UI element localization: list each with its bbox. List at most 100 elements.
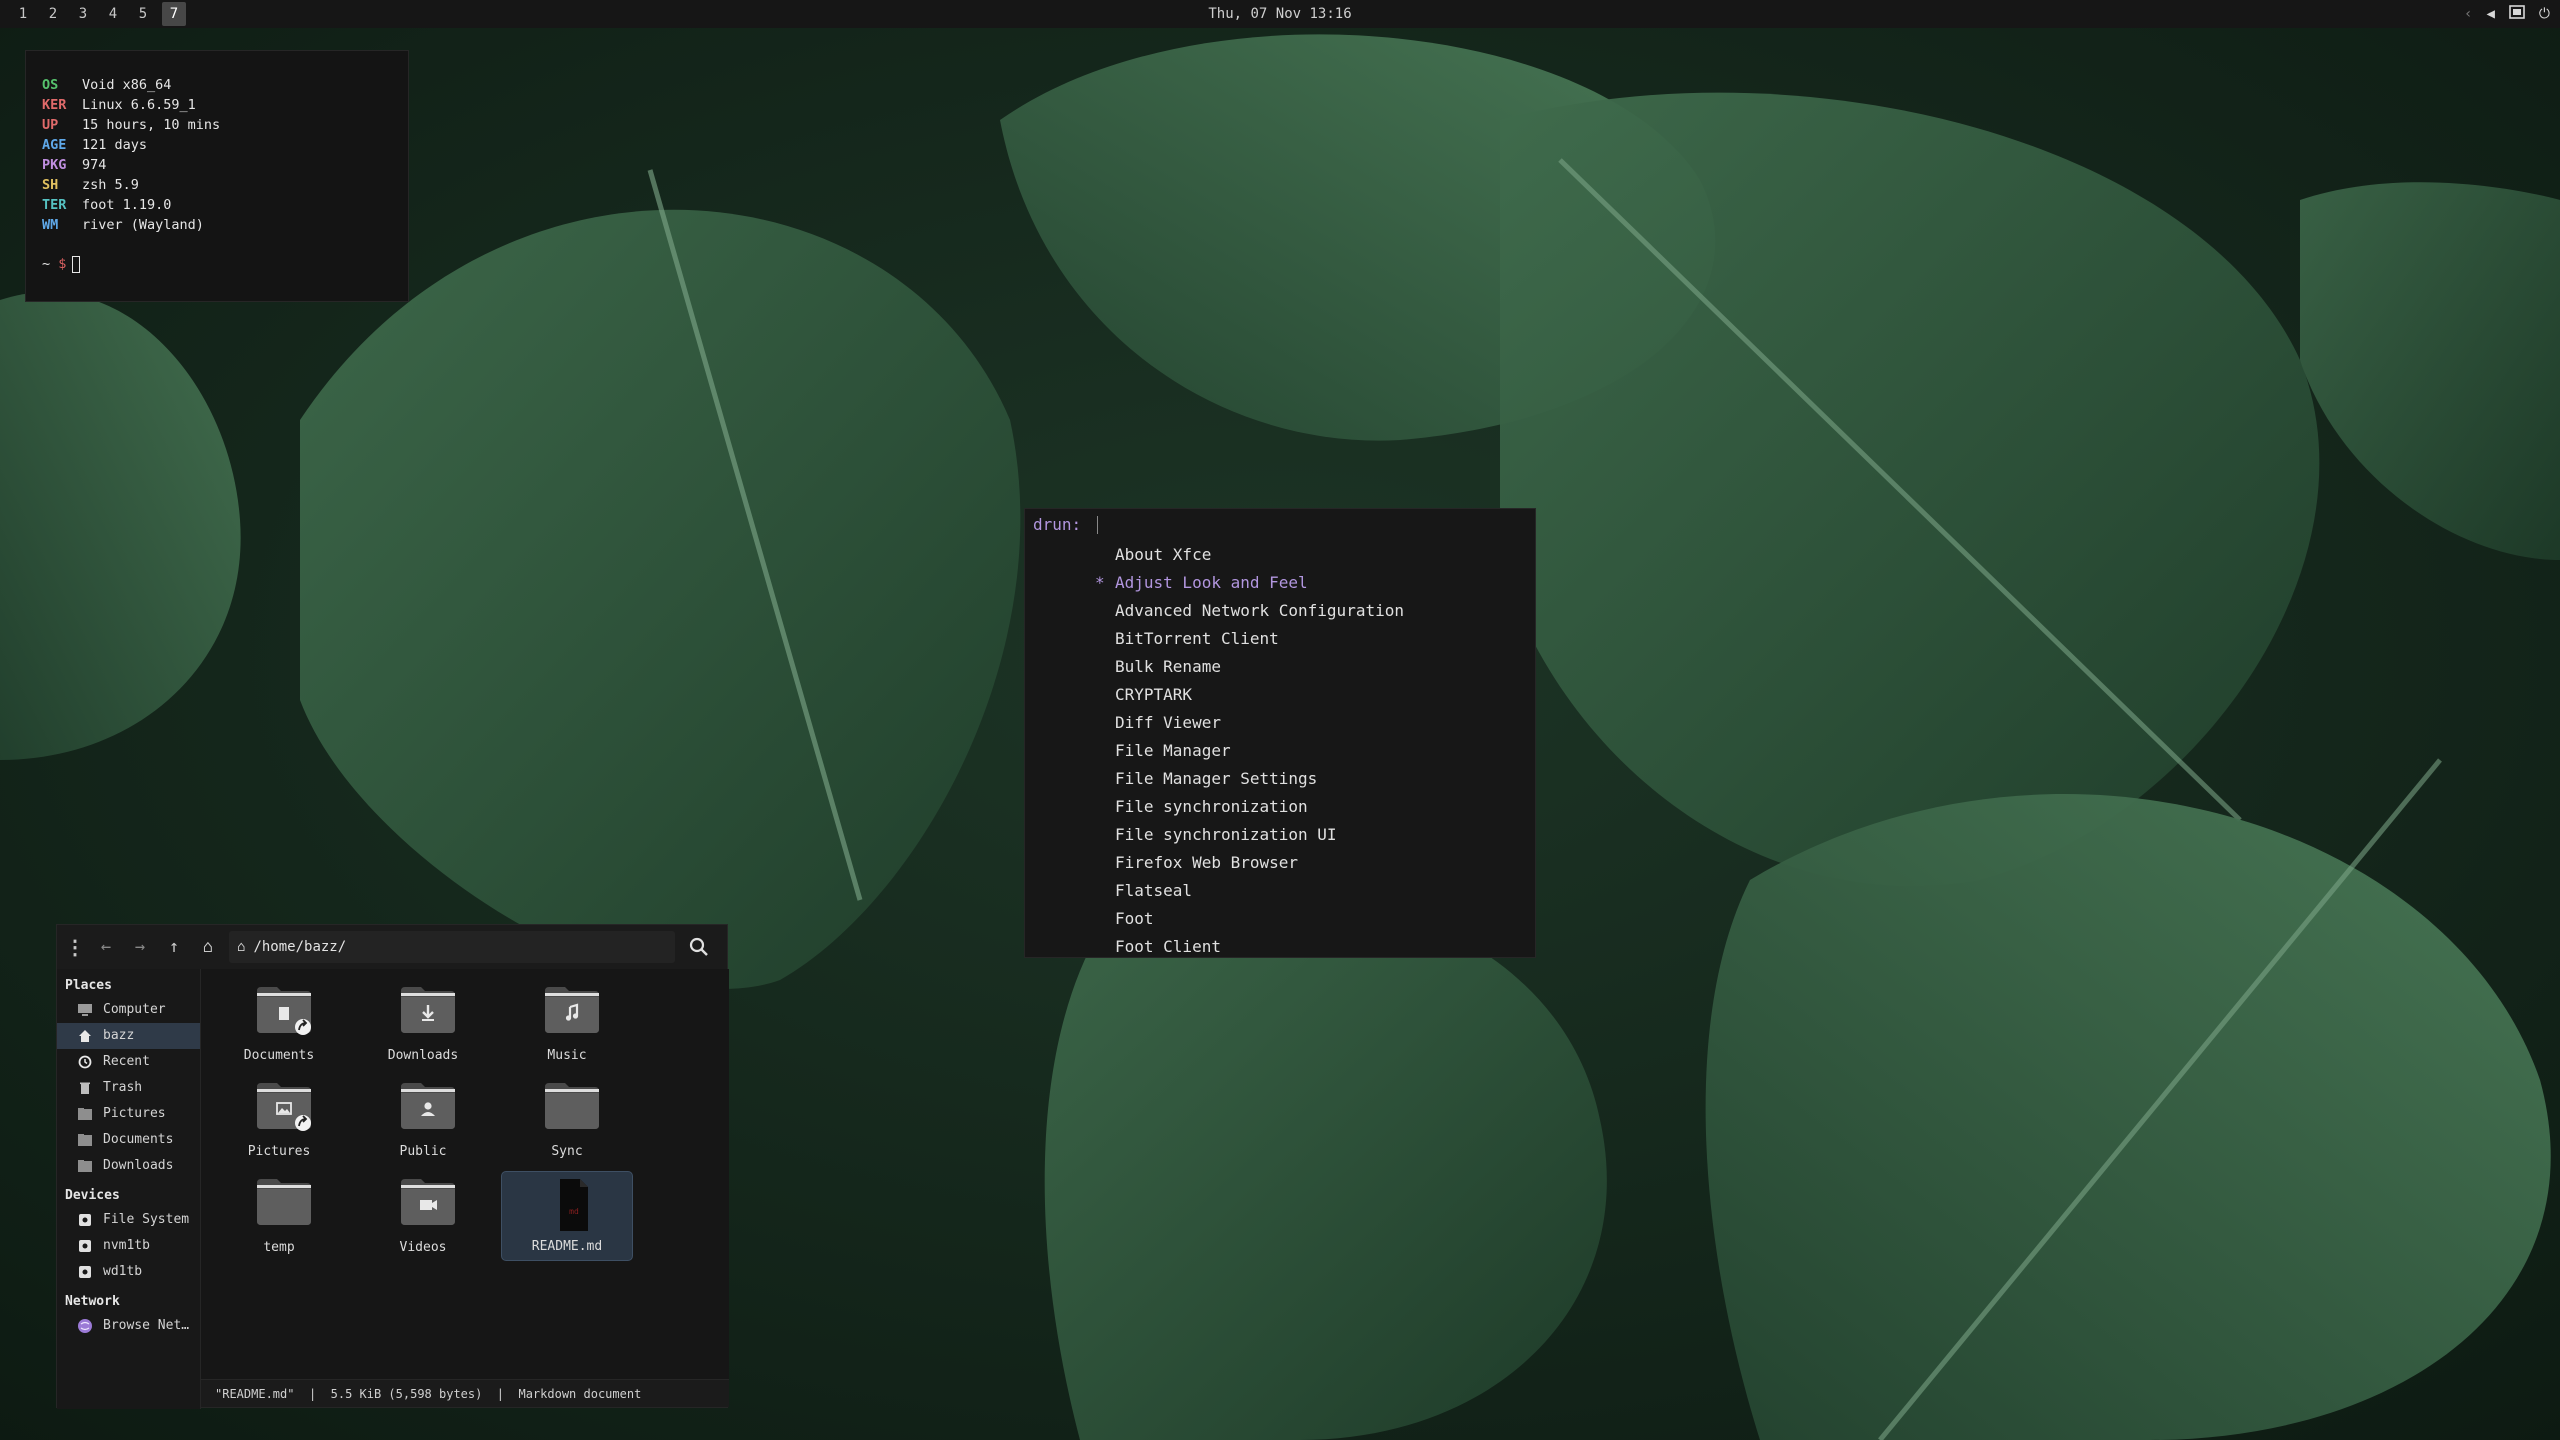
folder-item-public[interactable]: Public (357, 1075, 489, 1165)
launcher-item[interactable]: Flatseal (1025, 877, 1535, 905)
location-path: /home/bazz/ (253, 939, 347, 955)
launcher-item[interactable]: Foot (1025, 905, 1535, 933)
sidebar-item-label: wd1tb (103, 1264, 143, 1279)
home-icon (77, 1028, 93, 1044)
folder-icon (255, 1081, 313, 1131)
computer-icon (77, 1002, 93, 1018)
fetch-row: OS Void x86_64 (42, 75, 392, 95)
folder-item-videos[interactable]: Videos (357, 1171, 489, 1261)
launcher-item[interactable]: Diff Viewer (1025, 709, 1535, 737)
sidebar-item-file-system[interactable]: File System (57, 1207, 200, 1233)
folder-item-pictures[interactable]: Pictures (213, 1075, 345, 1165)
fetch-value: 974 (82, 157, 107, 173)
folder-item-downloads[interactable]: Downloads (357, 979, 489, 1069)
fetch-value: 121 days (82, 137, 148, 153)
folder-item-temp[interactable]: temp (213, 1171, 345, 1261)
folder-icon (399, 985, 457, 1035)
sidebar-item-browse-net[interactable]: Browse Net… (57, 1313, 200, 1339)
sidebar-item-wd1tb[interactable]: wd1tb (57, 1259, 200, 1285)
drun-launcher: drun: About Xfce * Adjust Look and Feel Adv… (1024, 508, 1536, 958)
prompt-symbol: $ (58, 256, 67, 272)
shell-prompt[interactable]: ~ $ (42, 254, 392, 274)
sidebar-item-label: nvm1tb (103, 1238, 150, 1253)
workspace-tag-2[interactable]: 2 (38, 2, 68, 26)
sidebar-item-computer[interactable]: Computer (57, 997, 200, 1023)
status-separator: | (496, 1386, 505, 1401)
home-button[interactable]: ⌂ (191, 930, 225, 964)
chevron-left-icon[interactable]: ‹ (2464, 6, 2472, 22)
folder-icon (399, 1177, 457, 1227)
item-label: Music (547, 1048, 587, 1063)
fetch-key: WM (42, 217, 59, 233)
launcher-item-label: File Manager (1115, 741, 1231, 760)
launcher-item[interactable]: Firefox Web Browser (1025, 849, 1535, 877)
markdown-file-icon: md (544, 1178, 602, 1231)
terminal-window[interactable]: OS Void x86_64 KER Linux 6.6.59_1 UP 15 hours… (25, 50, 409, 302)
launcher-item[interactable]: * Adjust Look and Feel (1025, 569, 1535, 597)
launcher-item[interactable]: BitTorrent Client (1025, 625, 1535, 653)
file-item-readme-md[interactable]: md README.md (501, 1171, 633, 1261)
folder-item-music[interactable]: Music (501, 979, 633, 1069)
search-icon[interactable] (683, 931, 715, 963)
launcher-item-label: BitTorrent Client (1115, 629, 1279, 648)
launcher-item-label: Adjust Look and Feel (1115, 573, 1308, 592)
workspace-tags: 1 2 3 4 5 7 (0, 0, 186, 28)
folder-item-sync[interactable]: Sync (501, 1075, 633, 1165)
workspace-tag-5[interactable]: 5 (128, 2, 158, 26)
folder-item-documents[interactable]: Documents (213, 979, 345, 1069)
sidebar-section-devices: Devices (65, 1188, 120, 1203)
item-label: temp (263, 1240, 295, 1255)
sidebar-item-recent[interactable]: Recent (57, 1049, 200, 1075)
sidebar-item-pictures[interactable]: Pictures (57, 1101, 200, 1127)
launcher-item[interactable]: File Manager Settings (1025, 765, 1535, 793)
status-separator: | (308, 1386, 317, 1401)
launcher-item-label: Firefox Web Browser (1115, 853, 1299, 872)
launcher-item[interactable]: CRYPTARK (1025, 681, 1535, 709)
launcher-item[interactable]: Bulk Rename (1025, 653, 1535, 681)
file-manager-sidebar: Places Computer bazz Recent Trash Pictures Doc… (57, 969, 201, 1409)
workspace-tag-1[interactable]: 1 (8, 2, 38, 26)
launcher-results: About Xfce * Adjust Look and Feel Advanced … (1025, 541, 1535, 961)
fetch-value: 15 hours, 10 mins (82, 117, 221, 133)
file-view: Documents Downloads Music Pictures Public Syn… (201, 969, 729, 1381)
sidebar-item-downloads[interactable]: Downloads (57, 1153, 200, 1179)
clock-icon (77, 1054, 93, 1070)
launcher-item[interactable]: About Xfce (1025, 541, 1535, 569)
sidebar-item-nvm1tb[interactable]: nvm1tb (57, 1233, 200, 1259)
sidebar-item-label: Computer (103, 1002, 166, 1017)
sidebar-section-places: Places (65, 978, 112, 993)
sidebar-item-label: Trash (103, 1080, 143, 1095)
launcher-item[interactable]: File Manager (1025, 737, 1535, 765)
folder-icon (543, 985, 601, 1035)
network-icon[interactable] (2509, 5, 2525, 23)
item-label: Pictures (247, 1144, 311, 1159)
forward-button[interactable]: → (123, 930, 157, 964)
sidebar-item-documents[interactable]: Documents (57, 1127, 200, 1153)
volume-icon[interactable]: ◀ (2486, 6, 2494, 22)
launcher-prompt[interactable]: drun: (1033, 515, 1099, 534)
launcher-item[interactable]: Advanced Network Configuration (1025, 597, 1535, 625)
fetch-row: TER foot 1.19.0 (42, 195, 392, 215)
fetch-value: Void x86_64 (82, 77, 172, 93)
folder-icon (399, 1081, 457, 1131)
menu-icon[interactable]: ⋮ (61, 930, 89, 964)
workspace-tag-7[interactable]: 7 (162, 2, 186, 26)
power-icon[interactable]: ⏻ (2539, 6, 2550, 22)
launcher-item[interactable]: Foot Client (1025, 933, 1535, 961)
back-button[interactable]: ← (89, 930, 123, 964)
fetch-key: OS (42, 77, 59, 93)
sidebar-item-trash[interactable]: Trash (57, 1075, 200, 1101)
fetch-key: UP (42, 117, 59, 133)
launcher-item[interactable]: File synchronization UI (1025, 821, 1535, 849)
sidebar-item-bazz[interactable]: bazz (57, 1023, 200, 1049)
trash-icon (77, 1080, 93, 1096)
up-button[interactable]: ↑ (157, 930, 191, 964)
sidebar-item-label: Pictures (103, 1106, 166, 1121)
item-label: Sync (551, 1144, 583, 1159)
launcher-prompt-label: drun: (1033, 515, 1082, 534)
workspace-tag-4[interactable]: 4 (98, 2, 128, 26)
launcher-item[interactable]: File synchronization (1025, 793, 1535, 821)
workspace-tag-3[interactable]: 3 (68, 2, 98, 26)
location-bar[interactable]: ⌂ /home/bazz/ (229, 931, 675, 963)
system-tray: ‹ ◀ ⏻ (2464, 0, 2550, 28)
